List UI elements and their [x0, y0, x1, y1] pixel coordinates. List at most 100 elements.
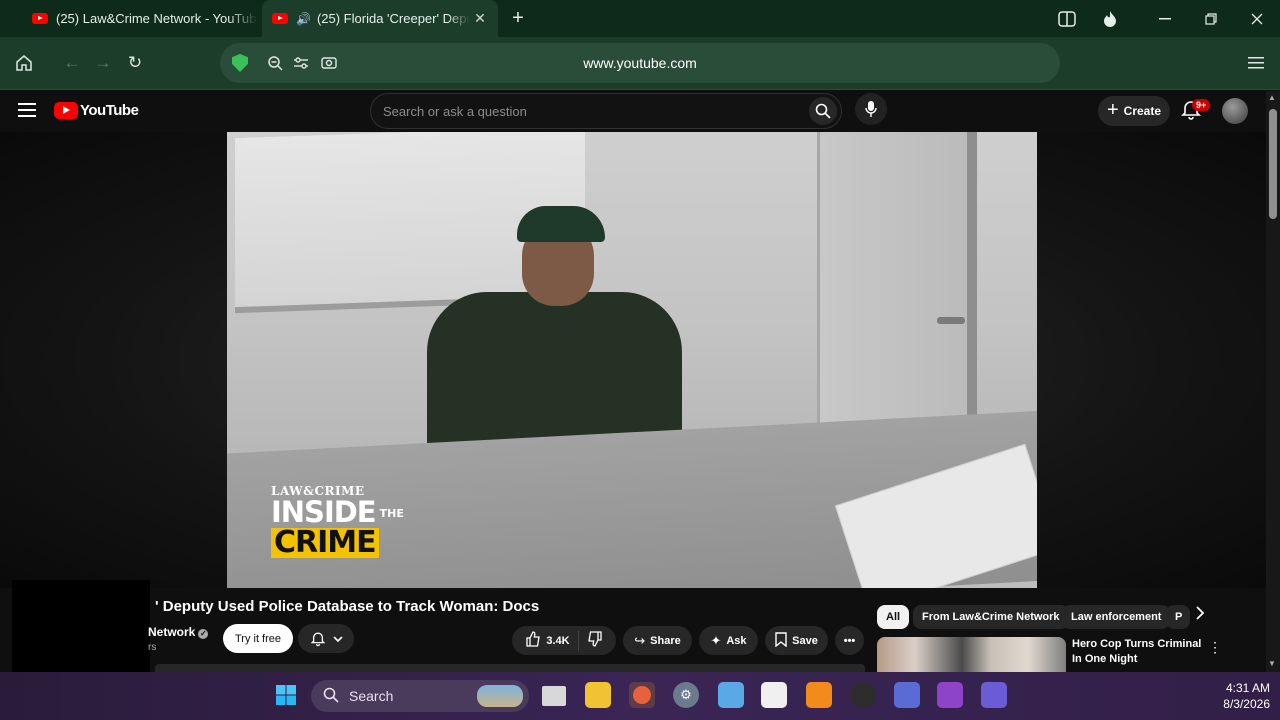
search-icon[interactable] [809, 97, 837, 125]
tab-title: (25) Florida 'Creeper' Deputy Used Polic… [316, 11, 470, 26]
sidebar-toggle-icon[interactable] [1044, 0, 1090, 37]
menu-icon[interactable] [1242, 49, 1270, 77]
bell-icon [310, 632, 325, 646]
tab-florida-creeper-deputy[interactable]: 🔊 (25) Florida 'Creeper' Deputy Used Pol… [262, 0, 498, 37]
video-frame-deputy [427, 292, 682, 447]
taskbar-search-label: Search [349, 688, 394, 704]
subscription-bell-button[interactable] [298, 624, 354, 653]
search-highlight-image [477, 685, 523, 707]
chip-law-enforcement[interactable]: Law enforcement [1062, 605, 1171, 629]
create-button[interactable]: + Create [1098, 96, 1170, 126]
back-icon[interactable]: ← [58, 49, 86, 77]
browser-tab-strip: (25) Law&Crime Network - YouTube 🔊 (25) … [0, 0, 1280, 37]
scrollbar-thumb[interactable] [1269, 109, 1277, 219]
chevron-right-icon[interactable] [1195, 606, 1205, 625]
flame-icon[interactable] [1087, 0, 1133, 37]
youtube-logo[interactable]: YouTube [54, 102, 139, 119]
calculator-icon[interactable] [894, 682, 920, 708]
scroll-up-icon[interactable]: ▲ [1268, 93, 1276, 102]
tab-law-crime-network[interactable]: (25) Law&Crime Network - YouTube [26, 0, 258, 37]
home-icon[interactable] [10, 49, 38, 77]
chip-all[interactable]: All [877, 605, 910, 629]
video-frame-door [817, 132, 977, 437]
clipchamp-icon[interactable] [937, 682, 963, 708]
file-explorer-icon[interactable] [585, 682, 611, 708]
related-video-title[interactable]: Hero Cop Turns Criminal In One Night [1072, 637, 1202, 667]
taskbar-search[interactable]: Search [311, 680, 529, 712]
share-label: Share [650, 634, 681, 647]
create-label: Create [1123, 104, 1162, 118]
obs-icon[interactable] [850, 682, 876, 708]
windows-taskbar: Search ⚙ 4:31 AM 8/3/2026 [0, 672, 1280, 720]
close-window-icon[interactable] [1234, 0, 1280, 37]
channel-name[interactable]: Network ✓ [148, 625, 209, 639]
page-scrollbar[interactable]: ▲ ▼ [1266, 91, 1280, 672]
ask-button[interactable]: ✦ Ask [699, 626, 758, 655]
youtube-play-icon [54, 102, 78, 119]
subscriber-count: rs [148, 642, 157, 653]
close-tab-icon[interactable]: ✕ [470, 10, 490, 27]
watermark-crime: CRIME [271, 528, 379, 558]
video-frame-door-handle [937, 317, 965, 324]
search-icon [323, 687, 339, 706]
notification-badge: 9+ [1192, 99, 1211, 111]
avatar[interactable] [1222, 98, 1248, 124]
share-button[interactable]: ↪ Share [623, 626, 692, 655]
minimize-icon[interactable] [1142, 0, 1188, 37]
like-dislike-group: 3.4K [512, 626, 616, 655]
youtube-wordmark: YouTube [80, 102, 139, 119]
channel-name-text: Network [148, 625, 196, 639]
chevron-down-icon [332, 635, 343, 642]
address-bar[interactable]: www.youtube.com [220, 43, 1060, 83]
scroll-down-icon[interactable]: ▼ [1268, 659, 1276, 668]
share-icon: ↪ [634, 632, 646, 648]
chip-truncated[interactable]: P [1166, 605, 1190, 629]
guide-menu-icon[interactable] [18, 103, 36, 117]
browser-app-icon[interactable] [629, 682, 655, 708]
dislike-icon[interactable] [587, 631, 603, 650]
youtube-favicon-icon [32, 13, 48, 24]
youtube-favicon-icon [272, 13, 288, 24]
divider [577, 630, 579, 651]
verified-icon: ✓ [198, 629, 209, 639]
clock-date: 8/3/2026 [1223, 697, 1270, 711]
speaker-icon[interactable]: 🔊 [296, 12, 311, 26]
reload-icon[interactable]: ↻ [121, 49, 149, 77]
youtube-header: YouTube Search or ask a question + Creat… [0, 91, 1266, 132]
sparkle-icon: ✦ [710, 632, 722, 648]
task-view-icon[interactable] [542, 686, 566, 706]
tab-title: (25) Law&Crime Network - YouTube [56, 11, 258, 26]
ask-label: Ask [726, 634, 747, 647]
related-video-thumbnail[interactable] [877, 637, 1066, 677]
video-player[interactable]: LAW&CRIME INSIDE THE CRIME [227, 132, 1037, 588]
notepad-icon[interactable] [718, 682, 744, 708]
video-title: ' Deputy Used Police Database to Track W… [155, 598, 540, 615]
restore-icon[interactable] [1188, 0, 1234, 37]
like-count[interactable]: 3.4K [546, 635, 569, 647]
url-text: www.youtube.com [583, 55, 697, 71]
clock-time: 4:31 AM [1225, 681, 1270, 695]
search-input[interactable]: Search or ask a question [383, 104, 527, 119]
app-icon[interactable] [981, 682, 1007, 708]
watermark-the: THE [379, 507, 404, 520]
description-box[interactable] [155, 664, 865, 672]
forward-icon[interactable]: → [89, 49, 117, 77]
watermark-inside: INSIDE [271, 495, 377, 529]
more-actions-icon[interactable]: ••• [835, 626, 864, 655]
chip-from-channel[interactable]: From Law&Crime Network [913, 605, 1069, 629]
new-tab-button[interactable]: + [500, 0, 536, 37]
windows-start-icon[interactable] [273, 682, 299, 708]
fl-studio-icon[interactable] [806, 682, 832, 708]
try-it-free-button[interactable]: Try it free [223, 624, 293, 653]
system-clock[interactable]: 4:31 AM 8/3/2026 [1198, 680, 1270, 712]
snipping-tool-icon[interactable] [761, 682, 787, 708]
settings-gear-icon[interactable]: ⚙ [673, 682, 699, 708]
related-more-icon[interactable]: ⋮ [1208, 639, 1222, 656]
browser-toolbar: ← → ↻ www.youtube.com [0, 37, 1280, 90]
video-frame-deputy-cap [517, 206, 605, 242]
inside-the-crime-watermark: LAW&CRIME INSIDE THE CRIME [271, 484, 404, 558]
search-box[interactable]: Search or ask a question [370, 93, 842, 129]
save-button[interactable]: Save [765, 626, 828, 655]
like-icon[interactable] [525, 631, 541, 650]
voice-search-icon[interactable] [855, 93, 887, 125]
